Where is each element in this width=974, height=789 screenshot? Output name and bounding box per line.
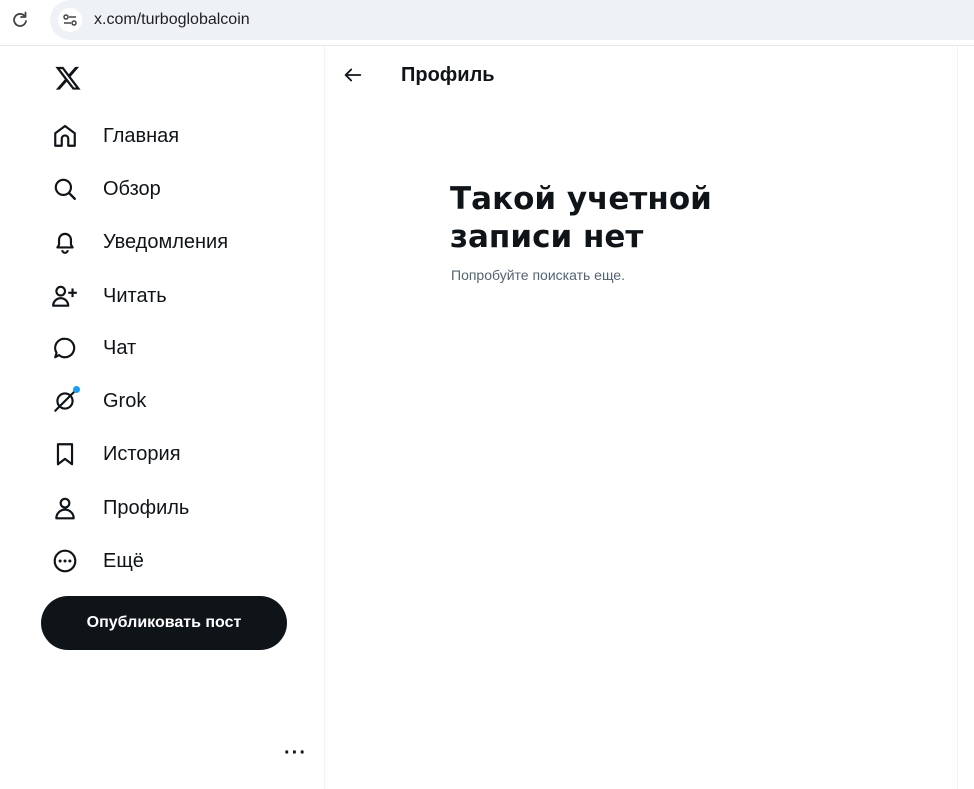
sidebar-item-label: Чат bbox=[103, 336, 137, 359]
post-button[interactable]: Опубликовать пост bbox=[41, 596, 287, 650]
sidebar-item-bookmarks[interactable]: История bbox=[50, 436, 181, 472]
home-icon bbox=[50, 121, 80, 151]
site-info-icon[interactable] bbox=[58, 8, 82, 32]
bell-icon bbox=[50, 227, 80, 257]
sidebar-item-home[interactable]: Главная bbox=[50, 118, 179, 154]
sidebar-item-label: Уведомления bbox=[103, 230, 229, 253]
sidebar-item-label: Grok bbox=[103, 389, 147, 412]
browser-toolbar: x.com/turboglobalcoin bbox=[0, 0, 974, 46]
url-text[interactable]: x.com/turboglobalcoin bbox=[94, 11, 250, 29]
sidebar-item-more[interactable]: Ещё bbox=[50, 543, 144, 579]
sidebar-item-label: Ещё bbox=[103, 549, 144, 572]
notification-dot bbox=[73, 386, 80, 393]
reload-icon[interactable] bbox=[10, 10, 30, 30]
sidebar-item-label: Главная bbox=[103, 124, 180, 147]
sidebar-item-grok[interactable]: Grok bbox=[50, 383, 146, 419]
empty-state-subtitle: Попробуйте поискать еще. bbox=[451, 267, 625, 283]
sidebar-item-profile[interactable]: Профиль bbox=[50, 490, 189, 526]
account-menu-more-icon[interactable]: ··· bbox=[284, 742, 307, 765]
follow-icon bbox=[50, 281, 80, 311]
page-title: Профиль bbox=[401, 64, 495, 86]
empty-state-title: Такой учетной записи нет bbox=[450, 181, 712, 255]
sidebar-item-label: Читать bbox=[103, 284, 167, 307]
profile-icon bbox=[50, 493, 80, 523]
grok-icon bbox=[50, 386, 80, 416]
sidebar-item-notifications[interactable]: Уведомления bbox=[50, 224, 228, 260]
bookmark-icon bbox=[50, 439, 80, 469]
sidebar-item-chat[interactable]: Чат bbox=[50, 330, 136, 366]
sidebar-item-label: Обзор bbox=[103, 177, 161, 200]
more-icon bbox=[50, 546, 80, 576]
main-column: Профиль Такой учетной записи нет Попробу… bbox=[326, 46, 958, 789]
sidebar-item-label: Профиль bbox=[103, 496, 190, 519]
sidebar-item-explore[interactable]: Обзор bbox=[50, 171, 161, 207]
sidebar-item-follow[interactable]: Читать bbox=[50, 278, 167, 314]
chat-icon bbox=[50, 333, 80, 363]
address-bar[interactable]: x.com/turboglobalcoin bbox=[50, 0, 974, 40]
search-icon bbox=[50, 174, 80, 204]
x-logo-icon[interactable] bbox=[54, 64, 82, 92]
sidebar-item-label: История bbox=[103, 442, 181, 465]
back-arrow-icon[interactable] bbox=[342, 64, 364, 86]
sidebar: Главная Обзор Уведомления Читать Чат Gro… bbox=[0, 46, 325, 789]
